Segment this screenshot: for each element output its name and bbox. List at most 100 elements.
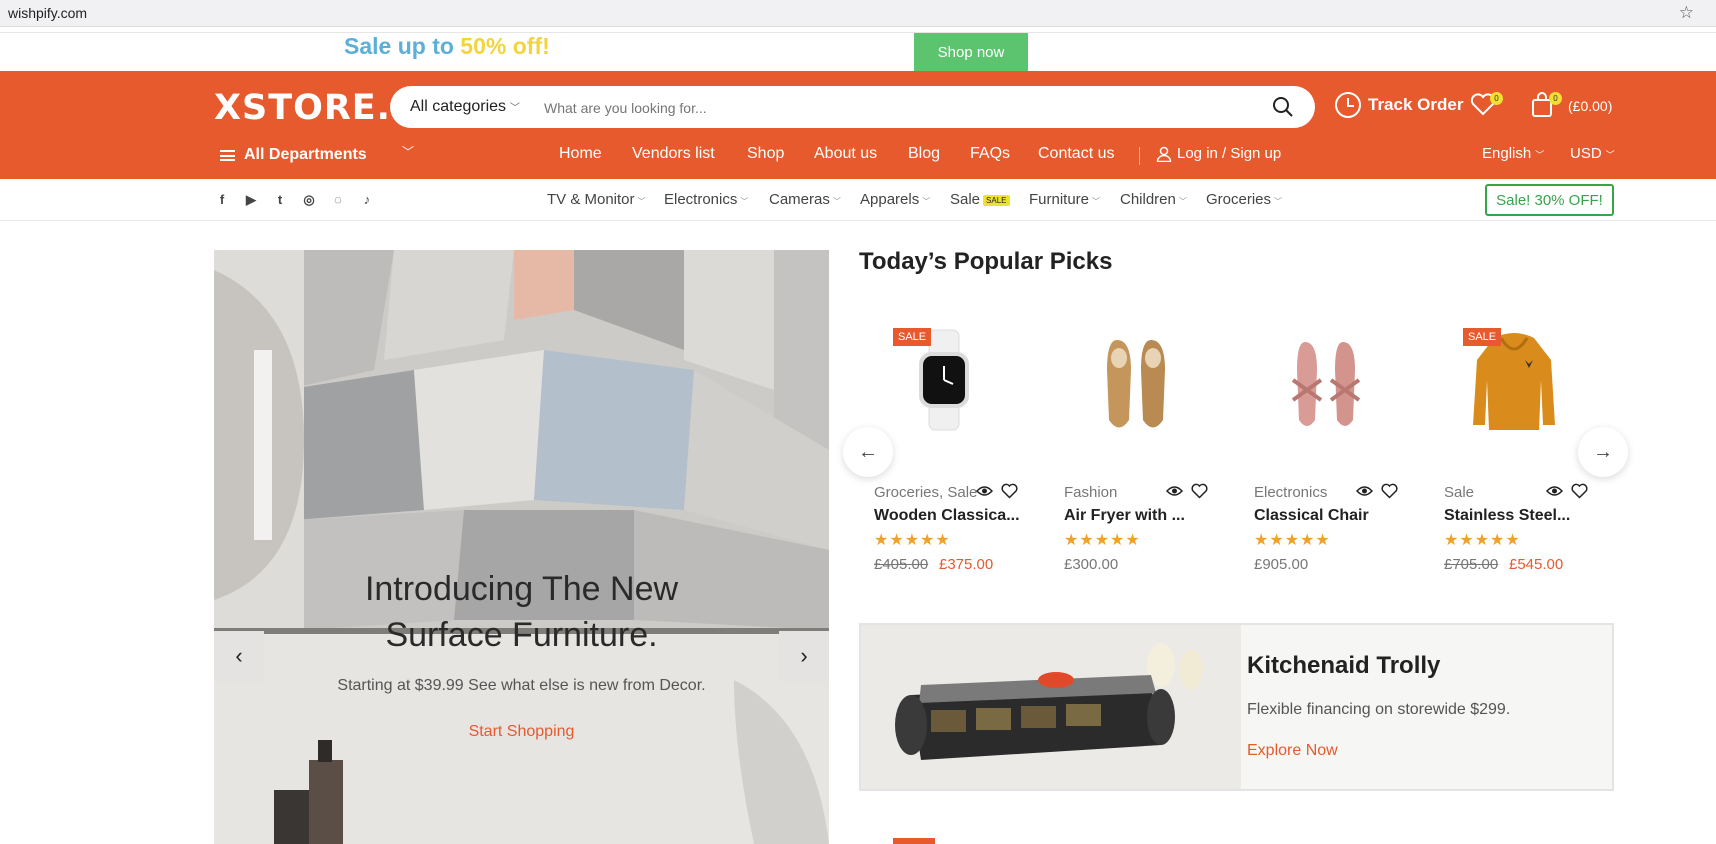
chevron-down-icon: ﹀ — [740, 197, 749, 206]
login-label: Log in / Sign up — [1177, 145, 1282, 162]
bookmark-star-icon[interactable]: ☆ — [1679, 3, 1694, 23]
category-children[interactable]: Children ﹀ — [1120, 191, 1187, 208]
chevron-down-icon: ﹀ — [637, 197, 646, 206]
tiktok-icon[interactable]: ♪ — [359, 192, 375, 208]
category-apparels[interactable]: Apparels ﹀ — [860, 191, 930, 208]
hero-title-line2: Surface Furniture. — [385, 616, 658, 654]
product-name[interactable]: Air Fryer with ... — [1064, 507, 1185, 525]
nav-about-us[interactable]: About us — [814, 145, 877, 163]
category-cameras[interactable]: Cameras ﹀ — [769, 191, 841, 208]
category-electronics[interactable]: Electronics ﹀ — [664, 191, 748, 208]
promo-text: Sale up to 50% off! — [344, 33, 550, 60]
kitchenaid-banner[interactable]: Kitchenaid Trolly Flexible financing on … — [859, 623, 1614, 791]
sale-badge: SALE — [1463, 328, 1502, 346]
next-row-sale-badge — [893, 838, 935, 844]
quick-view-eye-icon[interactable] — [1356, 484, 1373, 498]
facebook-icon[interactable]: f — [214, 192, 230, 208]
explore-now-link[interactable]: Explore Now — [1247, 742, 1338, 760]
product-name[interactable]: Wooden Classica... — [874, 507, 1020, 525]
wishlist-count-badge: 0 — [1490, 92, 1503, 105]
product-image-sandals[interactable] — [1259, 320, 1389, 440]
product-old-price: £705.00 — [1444, 556, 1499, 573]
product-card[interactable]: SALE Sale Stainless Steel... ★★★★★ £705.… — [1429, 320, 1599, 580]
nav-vendors-list[interactable]: Vendors list — [632, 145, 715, 163]
nav-faqs[interactable]: FAQs — [970, 145, 1010, 163]
category-groceries[interactable]: Groceries ﹀ — [1206, 191, 1282, 208]
all-departments-menu[interactable]: All Departments — [220, 146, 367, 164]
chevron-down-icon: ﹀ — [1274, 197, 1283, 206]
product-category[interactable]: Sale — [1444, 484, 1474, 501]
hero-background-image — [214, 250, 829, 844]
search-input[interactable] — [544, 97, 1224, 119]
category-label: Children — [1120, 191, 1176, 208]
hero-slider: Introducing The New Surface Furniture. S… — [214, 250, 829, 844]
category-label: Electronics — [664, 191, 738, 208]
quick-view-eye-icon[interactable] — [1546, 484, 1563, 498]
product-price: £375.00 — [939, 556, 994, 573]
site-logo[interactable]: XSTORE. — [214, 88, 391, 128]
wishlist-heart-icon[interactable] — [1191, 483, 1208, 499]
track-order-link[interactable]: Track Order — [1335, 92, 1463, 118]
product-image-shoes[interactable] — [1069, 320, 1199, 440]
chevron-down-icon[interactable]: ﹀ — [402, 143, 414, 160]
carousel-next-arrow-icon[interactable]: → — [1578, 427, 1628, 477]
quick-view-eye-icon[interactable] — [1166, 484, 1183, 498]
product-card[interactable]: Electronics Classical Chair ★★★★★ £905.0… — [1239, 320, 1409, 580]
wishlist-heart-icon[interactable] — [1001, 483, 1018, 499]
chevron-down-icon: ﹀ — [1092, 197, 1101, 206]
chevron-down-icon: ﹀ — [510, 103, 521, 114]
search-icon[interactable] — [1271, 95, 1295, 119]
sale-30-off-button[interactable]: Sale! 30% OFF! — [1485, 184, 1614, 216]
chevron-down-icon: ﹀ — [832, 197, 841, 206]
search-category-select[interactable]: All categories ﹀ — [410, 98, 520, 116]
hero-next-arrow-icon[interactable]: › — [779, 631, 829, 681]
carousel-prev-arrow-icon[interactable]: ← — [843, 427, 893, 477]
sale-badge: SALE — [893, 328, 932, 346]
product-price: £300.00 — [1064, 556, 1119, 573]
nav-contact-us[interactable]: Contact us — [1038, 145, 1114, 163]
quick-view-eye-icon[interactable] — [976, 484, 993, 498]
start-shopping-link[interactable]: Start Shopping — [214, 723, 829, 741]
product-category[interactable]: Electronics — [1254, 484, 1327, 501]
twitter-icon[interactable]: t — [272, 192, 288, 208]
product-category[interactable]: Groceries, Sale — [874, 484, 977, 501]
shop-now-button[interactable]: Shop now — [914, 33, 1028, 71]
wishlist-heart-icon[interactable] — [1381, 483, 1398, 499]
hero-title-line1: Introducing The New — [364, 570, 679, 608]
cart-total[interactable]: (£0.00) — [1568, 98, 1612, 114]
nav-home[interactable]: Home — [559, 145, 602, 163]
product-name[interactable]: Stainless Steel... — [1444, 507, 1570, 525]
category-furniture[interactable]: Furniture ﹀ — [1029, 191, 1100, 208]
category-label: Cameras — [769, 191, 830, 208]
language-select[interactable]: English ﹀ — [1482, 145, 1544, 162]
youtube-icon[interactable]: ▶ — [243, 192, 259, 208]
nav-shop[interactable]: Shop — [747, 145, 784, 163]
address-bar[interactable]: wishpify.com — [8, 5, 87, 21]
whatsapp-icon[interactable]: ◌ — [330, 192, 346, 208]
site-header: XSTORE. All categories﹀ Track Order 0 0 … — [0, 71, 1716, 179]
chevron-down-icon: ﹀ — [1535, 150, 1545, 160]
login-link[interactable]: Log in / Sign up — [1156, 145, 1281, 162]
popular-picks-title: Today’s Popular Picks — [859, 248, 1113, 275]
hero-prev-arrow-icon[interactable]: ‹ — [214, 631, 264, 681]
instagram-icon[interactable]: ◎ — [301, 192, 317, 208]
product-card[interactable]: Fashion Air Fryer with ... ★★★★★ £300.00 — [1049, 320, 1219, 580]
currency-select[interactable]: USD ﹀ — [1570, 145, 1615, 162]
search-category-label: All categories — [410, 98, 507, 115]
category-tv-monitor[interactable]: TV & Monitor ﹀ — [547, 191, 646, 208]
hero-title: Introducing The New Surface Furniture. — [214, 566, 829, 658]
nav-blog[interactable]: Blog — [908, 145, 940, 163]
category-sale[interactable]: Sale SALE — [950, 191, 1010, 208]
product-name[interactable]: Classical Chair — [1254, 507, 1369, 525]
category-bar: f ▶ t ◎ ◌ ♪ TV & Monitor ﹀ Electronics ﹀ C… — [0, 179, 1716, 221]
chevron-down-icon: ﹀ — [922, 197, 931, 206]
currency-label: USD — [1570, 145, 1602, 162]
category-label: TV & Monitor — [547, 191, 635, 208]
product-category[interactable]: Fashion — [1064, 484, 1117, 501]
wishlist-heart-icon[interactable] — [1571, 483, 1588, 499]
nav-divider — [1139, 147, 1140, 165]
product-price: £545.00 — [1509, 556, 1564, 573]
track-order-label: Track Order — [1368, 95, 1464, 114]
category-label: Apparels — [860, 191, 920, 208]
clock-icon — [1335, 92, 1361, 118]
